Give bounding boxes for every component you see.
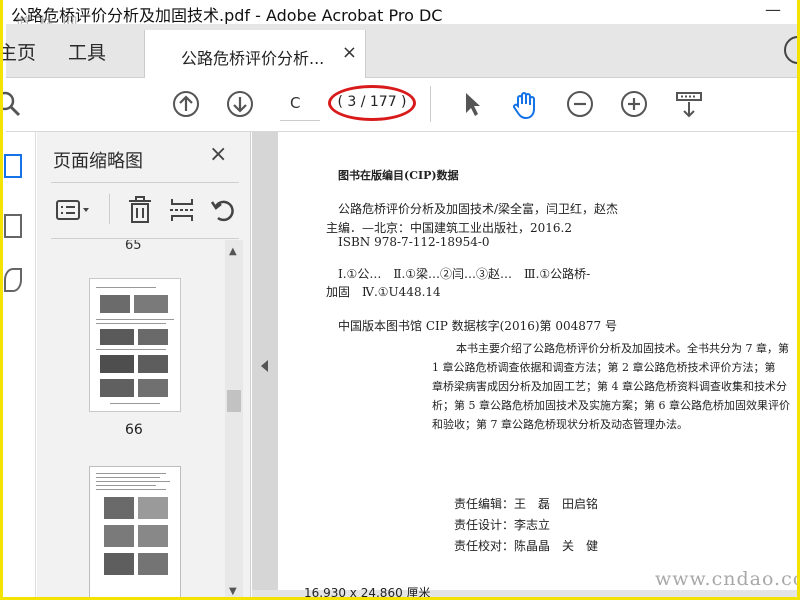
intro-line: 本书主要介绍了公路危桥评价分析及加固技术。全书共分为 7 章，第	[456, 342, 789, 355]
credit-line: 责任编辑：王 磊 田启铭	[454, 497, 599, 511]
cip-line: ISBN 978-7-112-18954-0	[338, 235, 490, 249]
page-thumbnail[interactable]	[89, 466, 181, 597]
close-panel-button[interactable]: ×	[209, 142, 227, 167]
app-window: 公路危桥评价分析及加固技术.pdf - Adobe Acrobat Pro DC…	[0, 0, 800, 600]
status-bar: 16.930 x 24.860 厘米	[252, 586, 797, 597]
thumbnail-list: 65 66 ▲ ▼	[37, 240, 251, 597]
toolbar: C ( 3 / 177 )	[3, 78, 797, 132]
zoom-in-icon[interactable]	[620, 90, 648, 118]
rotate-page-icon[interactable]	[209, 196, 239, 224]
attachments-icon[interactable]	[4, 268, 22, 292]
bookmarks-icon[interactable]	[4, 214, 22, 238]
document-viewer[interactable]: 图书在版编目(CIP)数据 公路危桥评价分析及加固技术/梁全富，闫卫红，赵杰 主…	[252, 132, 797, 597]
scroll-up-icon[interactable]: ▲	[229, 246, 237, 257]
intro-line: 1 章公路危桥调查依据和调查方法；第 2 章公路危桥技术评价方法；第	[432, 361, 776, 374]
minimize-button[interactable]: —	[765, 0, 781, 19]
select-cursor-icon[interactable]	[458, 90, 486, 118]
toolbar-separator	[430, 86, 431, 122]
panel-divider	[51, 238, 239, 239]
panel-title: 页面缩略图	[53, 151, 143, 172]
thumbnail-scrollbar[interactable]: ▲ ▼	[225, 240, 243, 597]
page-thumbnails-icon[interactable]	[4, 154, 22, 178]
tab-home[interactable]: 主页	[3, 38, 36, 65]
thumbnail-options-icon[interactable]	[53, 196, 93, 224]
search-icon[interactable]	[3, 90, 22, 118]
scroll-mode-icon[interactable]	[674, 90, 702, 118]
pdf-page: 图书在版编目(CIP)数据 公路危桥评价分析及加固技术/梁全富，闫卫红，赵杰 主…	[278, 132, 797, 590]
thumbnail-page-label: 66	[125, 422, 143, 438]
credit-line: 责任校对：陈晶晶 关 健	[454, 539, 599, 553]
zoom-out-icon[interactable]	[566, 90, 594, 118]
hand-tool-icon[interactable]	[510, 90, 538, 120]
page-thumbnail[interactable]	[89, 278, 181, 412]
previous-page-icon[interactable]	[172, 90, 200, 118]
cip-line: 公路危桥评价分析及加固技术/梁全富，闫卫红，赵杰	[338, 202, 619, 216]
cip-line: Ⅰ.①公… Ⅱ.①梁…②闫…③赵… Ⅲ.①公路桥-	[338, 267, 591, 281]
cip-heading: 图书在版编目(CIP)数据	[338, 169, 459, 182]
cip-line: 中国版本图书馆 CIP 数据核字(2016)第 004877 号	[338, 319, 617, 333]
cip-line: 主编．—北京：中国建筑工业出版社，2016.2	[326, 221, 572, 235]
title-bar: 公路危桥评价分析及加固技术.pdf - Adobe Acrobat Pro DC…	[3, 0, 797, 25]
watermark-bottom: www.cndao.com	[655, 568, 797, 590]
thumbnails-panel: 页面缩略图 × 65 66 ▲ ▼	[37, 132, 251, 597]
extract-pages-icon[interactable]	[167, 196, 197, 224]
delete-page-icon[interactable]	[125, 196, 155, 224]
panel-divider	[51, 182, 239, 183]
help-icon[interactable]	[784, 36, 797, 64]
tab-row: 主页 工具 公路危桥评价分析... ×	[3, 24, 797, 78]
page-size-label: 16.930 x 24.860 厘米	[304, 586, 431, 600]
scroll-down-icon[interactable]: ▼	[229, 586, 237, 597]
cip-line: 加固 Ⅳ.①U448.14	[326, 285, 441, 299]
panel-toolbar-separator	[109, 194, 110, 224]
page-number-input[interactable]: C	[280, 89, 320, 121]
next-page-icon[interactable]	[226, 90, 254, 118]
page-count: ( 3 / 177 )	[328, 85, 416, 121]
close-tab-button[interactable]: ×	[342, 42, 357, 63]
scrollbar-thumb[interactable]	[227, 390, 241, 412]
navigation-rail	[4, 132, 36, 597]
collapse-panel-icon[interactable]	[261, 360, 268, 372]
document-tab-title: 公路危桥评价分析...	[181, 49, 325, 68]
credit-line: 责任设计：李志立	[454, 518, 551, 532]
tab-document[interactable]: 公路危桥评价分析... ×	[144, 30, 366, 78]
thumbnail-page-label: 65	[125, 240, 142, 253]
tab-tools[interactable]: 工具	[68, 38, 106, 65]
intro-line: 和验收；第 7 章公路危桥现状分析及动态管理办法。	[432, 418, 688, 431]
intro-line: 章桥梁病害成因分析及加固工艺；第 4 章公路危桥资料调查收集和技术分	[432, 380, 787, 393]
intro-line: 析；第 5 章公路危桥加固技术及实施方案；第 6 章公路危桥加固效果评价	[432, 399, 790, 412]
